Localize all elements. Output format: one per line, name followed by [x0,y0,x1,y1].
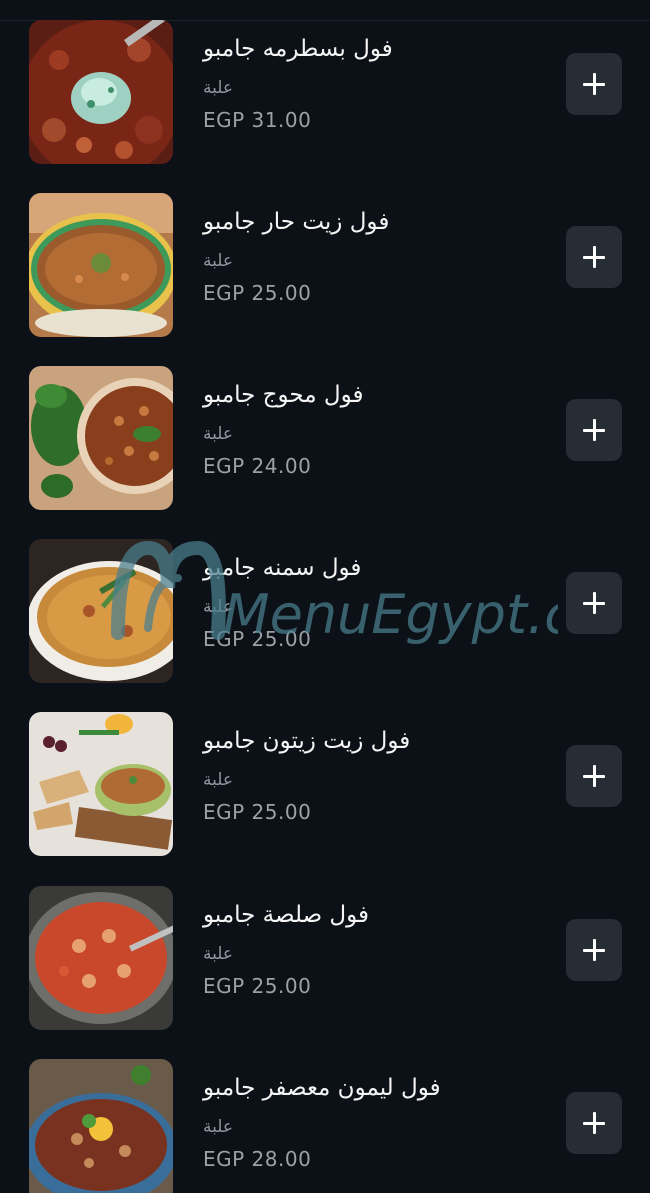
item-name: فول صلصة جامبو [203,902,369,928]
menu-item: فول زيت حار جامبو علبة EGP 25.00 [0,193,650,338]
item-name: فول زيت حار جامبو [203,209,390,235]
menu-item: فول سمنه جامبو علبة EGP 25.00 [0,539,650,684]
item-price: EGP 25.00 [203,974,312,998]
bowl-of-foul-image [29,193,173,337]
menu-item: فول محوج جامبو علبة EGP 24.00 [0,366,650,511]
item-price: EGP 25.00 [203,281,312,305]
item-price: EGP 25.00 [203,800,312,824]
add-to-cart-button[interactable] [566,745,622,807]
foul-with-bread-image [29,712,173,856]
plus-icon [583,419,605,441]
item-unit: علبة [203,78,234,98]
stew-with-herbs-image [29,20,173,164]
item-price: EGP 24.00 [203,454,312,478]
beans-with-spinach-image [29,366,173,510]
item-unit: علبة [203,944,234,964]
item-unit: علبة [203,1117,234,1137]
menu-item: فول صلصة جامبو علبة EGP 25.00 [0,886,650,1031]
plus-icon [583,1112,605,1134]
menu-page: فول بسطرمه جامبو علبة EGP 31.00 فول زيت … [0,0,650,1193]
add-to-cart-button[interactable] [566,919,622,981]
add-to-cart-button[interactable] [566,399,622,461]
add-to-cart-button[interactable] [566,226,622,288]
add-to-cart-button[interactable] [566,1092,622,1154]
add-to-cart-button[interactable] [566,572,622,634]
add-to-cart-button[interactable] [566,53,622,115]
item-price: EGP 31.00 [203,108,312,132]
plus-icon [583,246,605,268]
item-name: فول بسطرمه جامبو [203,36,393,62]
menu-item: فول ليمون معصفر جامبو علبة EGP 28.00 [0,1059,650,1193]
soup-bowl-image [29,539,173,683]
item-unit: علبة [203,251,234,271]
beans-with-lemon-image [29,1059,173,1193]
plus-icon [583,939,605,961]
tomato-beans-image [29,886,173,1030]
item-name: فول زيت زيتون جامبو [203,728,411,754]
item-name: فول ليمون معصفر جامبو [203,1075,441,1101]
item-price: EGP 28.00 [203,1147,312,1171]
plus-icon [583,592,605,614]
item-name: فول محوج جامبو [203,382,364,408]
item-name: فول سمنه جامبو [203,555,362,581]
item-unit: علبة [203,424,234,444]
menu-item: فول زيت زيتون جامبو علبة EGP 25.00 [0,712,650,857]
item-price: EGP 25.00 [203,627,312,651]
plus-icon [583,765,605,787]
item-unit: علبة [203,597,234,617]
plus-icon [583,73,605,95]
item-unit: علبة [203,770,234,790]
menu-item: فول بسطرمه جامبو علبة EGP 31.00 [0,20,650,165]
